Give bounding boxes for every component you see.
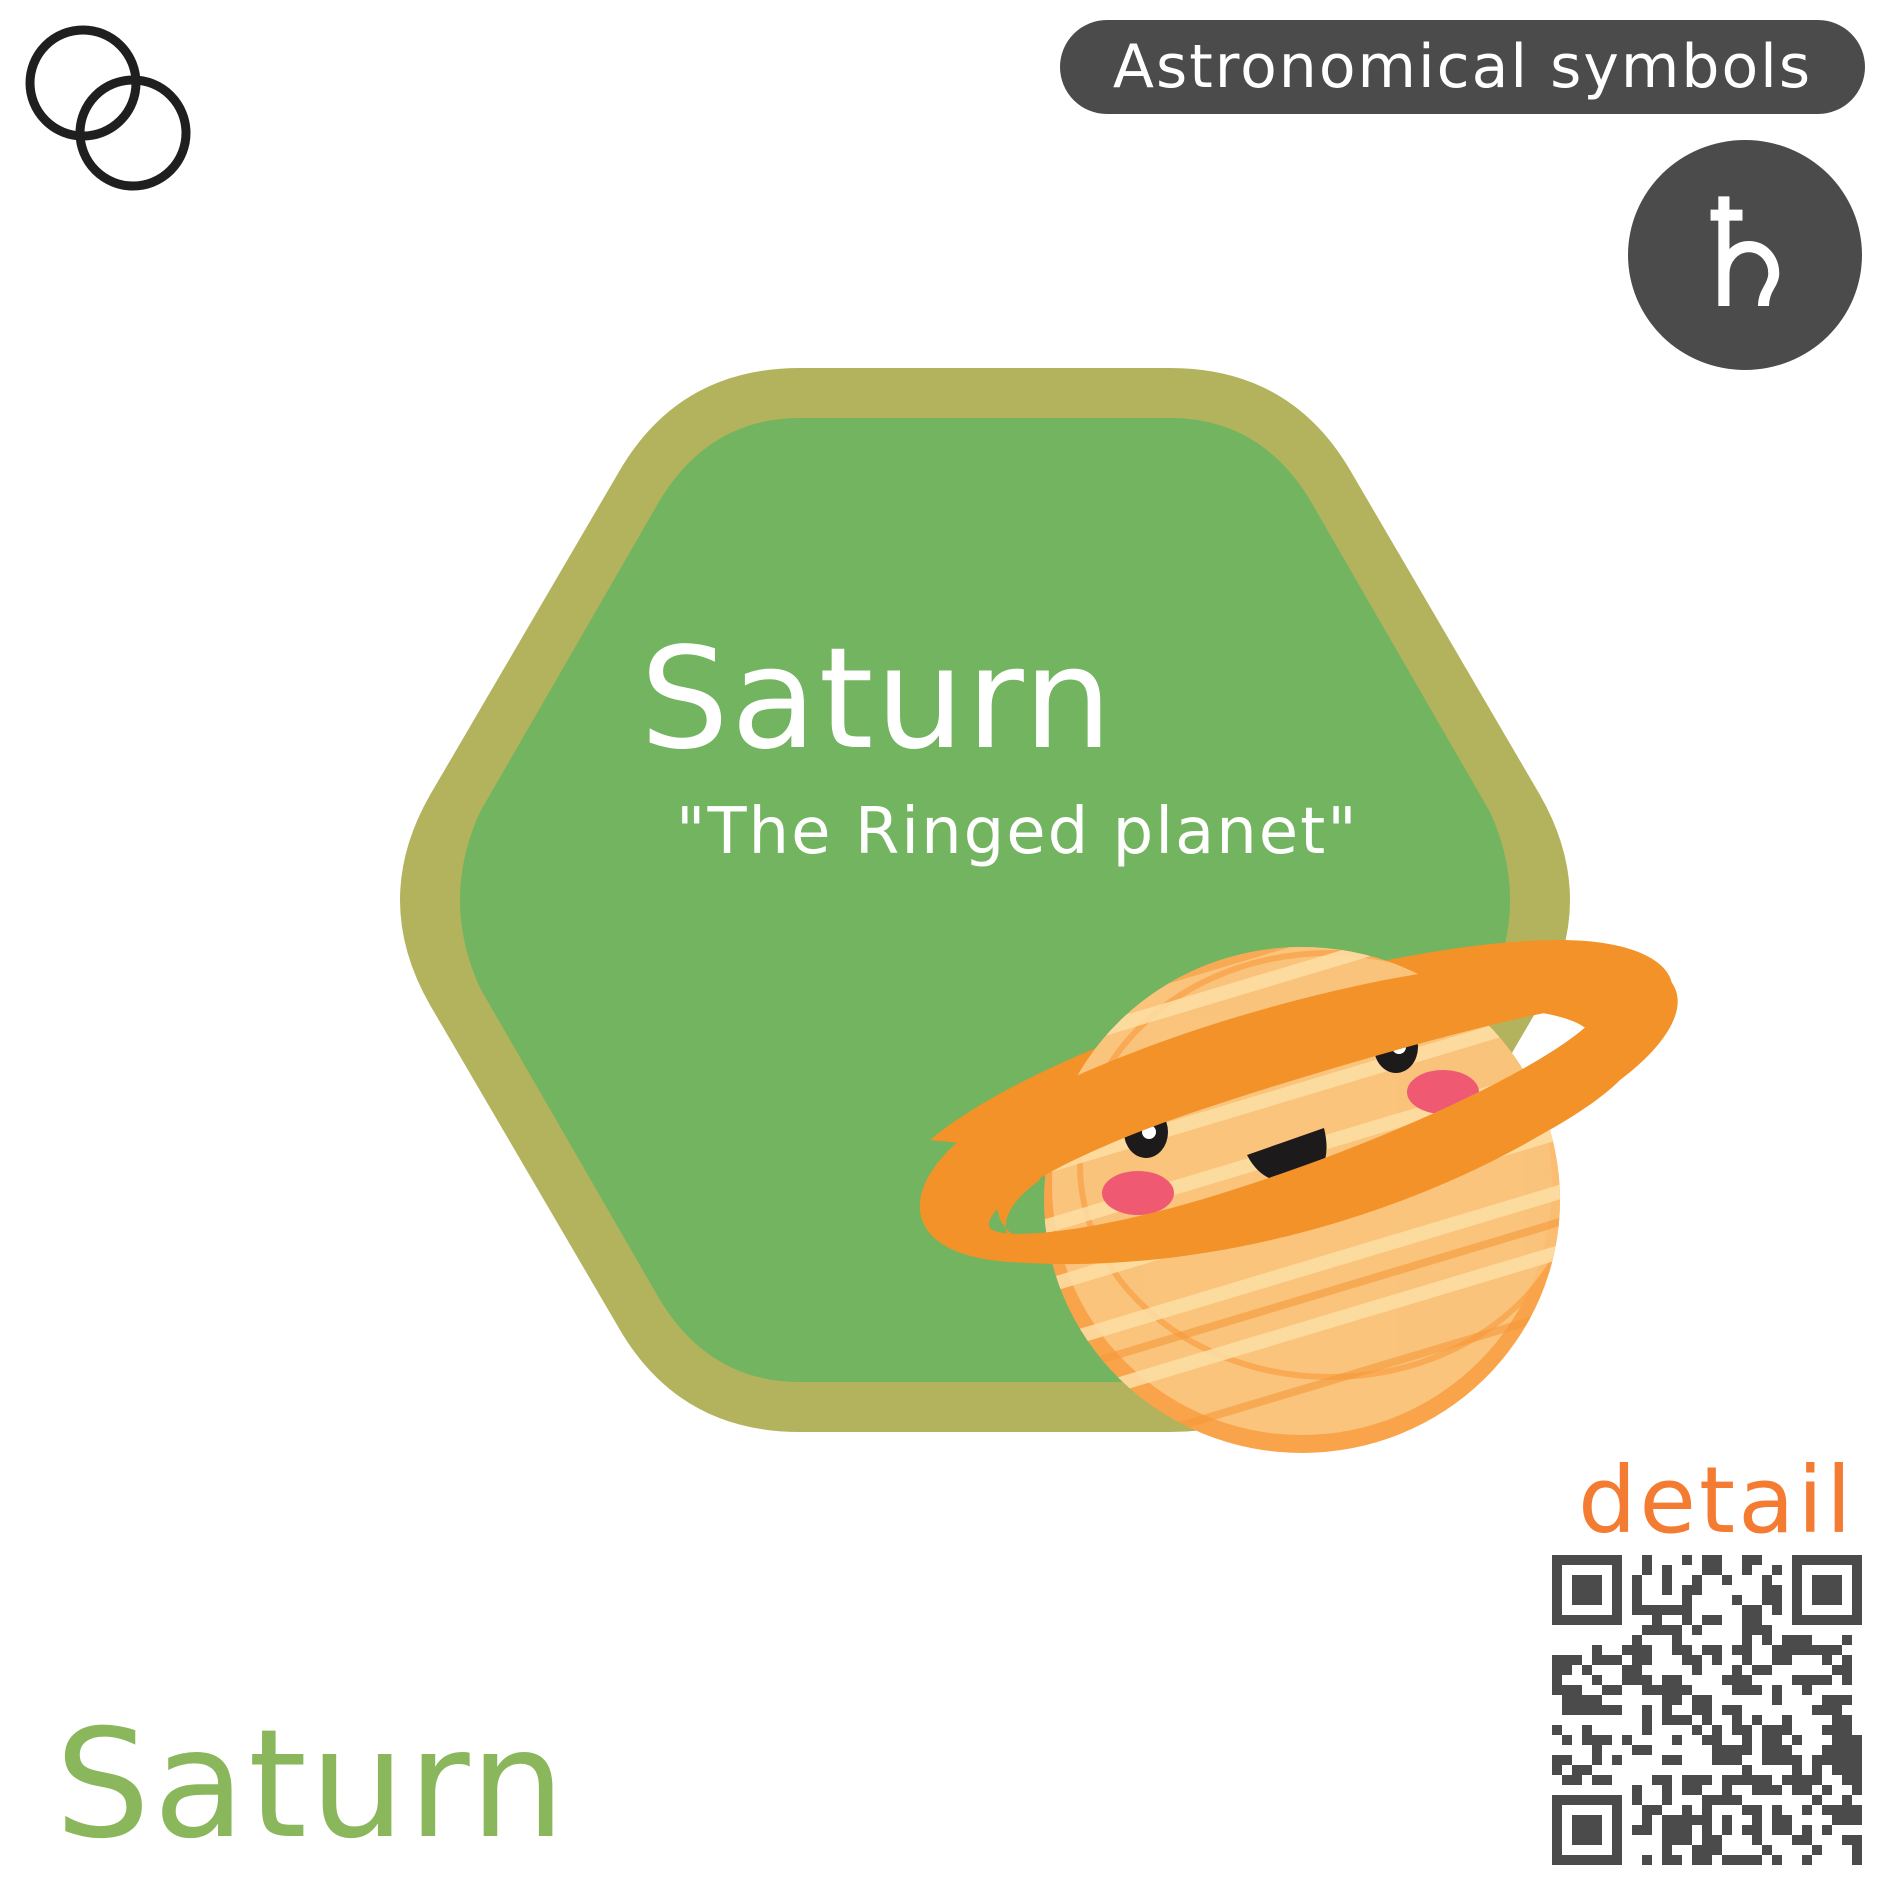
card-title: Saturn [640, 618, 1115, 781]
qr-code-icon[interactable] [1552, 1555, 1862, 1865]
footer-planet-name: Saturn [55, 1698, 569, 1872]
detail-link[interactable]: detail [1578, 1455, 1855, 1547]
left-cheek [1102, 1171, 1174, 1215]
card-subtitle: "The Ringed planet" [676, 795, 1359, 869]
